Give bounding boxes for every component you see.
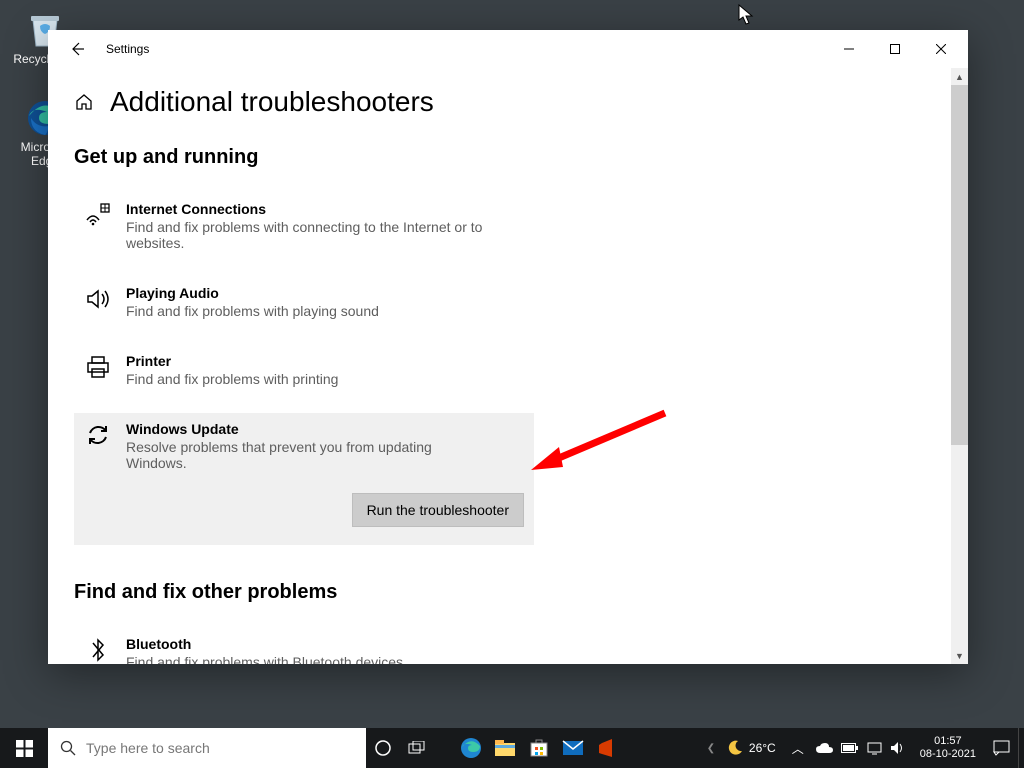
clock-date: 08-10-2021 bbox=[920, 748, 976, 761]
moon-icon bbox=[727, 740, 743, 756]
item-name: Bluetooth bbox=[126, 636, 403, 652]
clock-time: 01:57 bbox=[920, 735, 976, 748]
item-name: Internet Connections bbox=[126, 201, 486, 217]
item-name: Windows Update bbox=[126, 421, 486, 437]
close-button[interactable] bbox=[918, 33, 964, 65]
section-heading-getup: Get up and running bbox=[74, 146, 942, 169]
page-title: Additional troubleshooters bbox=[110, 86, 434, 118]
taskbar: Type here to search ❮ 26°C ︿ 01:57 08-10… bbox=[0, 728, 1024, 768]
section-heading-other: Find and fix other problems bbox=[74, 581, 942, 604]
taskbar-app-office[interactable] bbox=[590, 728, 624, 768]
search-placeholder: Type here to search bbox=[86, 740, 210, 756]
home-icon[interactable] bbox=[74, 92, 94, 112]
taskbar-app-edge[interactable] bbox=[454, 728, 488, 768]
selected-panel: Run the troubleshooter bbox=[74, 483, 534, 545]
item-desc: Find and fix problems with playing sound bbox=[126, 303, 379, 319]
item-desc: Find and fix problems with Bluetooth dev… bbox=[126, 654, 403, 664]
weather-temp: 26°C bbox=[749, 741, 776, 755]
onedrive-icon[interactable] bbox=[816, 742, 833, 754]
action-center-button[interactable] bbox=[984, 740, 1018, 756]
volume-icon[interactable] bbox=[890, 741, 906, 755]
title-bar: Settings bbox=[48, 30, 968, 68]
item-name: Printer bbox=[126, 353, 338, 369]
battery-icon[interactable] bbox=[841, 743, 859, 753]
task-view-button[interactable] bbox=[400, 728, 434, 768]
maximize-button[interactable] bbox=[872, 33, 918, 65]
wifi-globe-icon bbox=[84, 201, 112, 229]
taskbar-search[interactable]: Type here to search bbox=[48, 728, 366, 768]
settings-window: Settings Additional troubleshooters Get … bbox=[48, 30, 968, 664]
cortana-button[interactable] bbox=[366, 728, 400, 768]
sync-icon bbox=[84, 421, 112, 449]
show-desktop-button[interactable] bbox=[1018, 728, 1024, 768]
bluetooth-icon bbox=[84, 636, 112, 664]
troubleshooter-bluetooth[interactable]: Bluetooth Find and fix problems with Blu… bbox=[74, 628, 534, 664]
scroll-up-button[interactable]: ▲ bbox=[951, 68, 968, 85]
printer-icon bbox=[84, 353, 112, 381]
cursor-icon bbox=[738, 4, 756, 26]
taskbar-separator-icon: ❮ bbox=[705, 743, 717, 754]
search-icon bbox=[60, 740, 76, 756]
scroll-thumb[interactable] bbox=[951, 85, 968, 445]
taskbar-app-mail[interactable] bbox=[556, 728, 590, 768]
content-area: Additional troubleshooters Get up and ru… bbox=[48, 68, 968, 664]
troubleshooter-windows-update[interactable]: Windows Update Resolve problems that pre… bbox=[74, 413, 534, 483]
taskbar-app-explorer[interactable] bbox=[488, 728, 522, 768]
tray-expand-button[interactable]: ︿ bbox=[786, 740, 810, 757]
vertical-scrollbar[interactable]: ▲ ▼ bbox=[951, 68, 968, 664]
network-icon[interactable] bbox=[867, 742, 882, 755]
item-desc: Resolve problems that prevent you from u… bbox=[126, 439, 486, 471]
troubleshooter-printer[interactable]: Printer Find and fix problems with print… bbox=[74, 345, 534, 395]
speaker-icon bbox=[84, 285, 112, 313]
troubleshooter-playing-audio[interactable]: Playing Audio Find and fix problems with… bbox=[74, 277, 534, 327]
weather-widget[interactable]: 26°C bbox=[717, 740, 786, 756]
scroll-down-button[interactable]: ▼ bbox=[951, 647, 968, 664]
taskbar-app-store[interactable] bbox=[522, 728, 556, 768]
troubleshooter-internet-connections[interactable]: Internet Connections Find and fix proble… bbox=[74, 193, 534, 259]
start-button[interactable] bbox=[0, 728, 48, 768]
minimize-button[interactable] bbox=[826, 33, 872, 65]
item-desc: Find and fix problems with connecting to… bbox=[126, 219, 486, 251]
item-desc: Find and fix problems with printing bbox=[126, 371, 338, 387]
item-name: Playing Audio bbox=[126, 285, 379, 301]
window-title: Settings bbox=[106, 42, 149, 56]
back-button[interactable] bbox=[58, 30, 96, 68]
run-troubleshooter-button[interactable]: Run the troubleshooter bbox=[352, 493, 524, 527]
taskbar-clock[interactable]: 01:57 08-10-2021 bbox=[912, 735, 984, 761]
